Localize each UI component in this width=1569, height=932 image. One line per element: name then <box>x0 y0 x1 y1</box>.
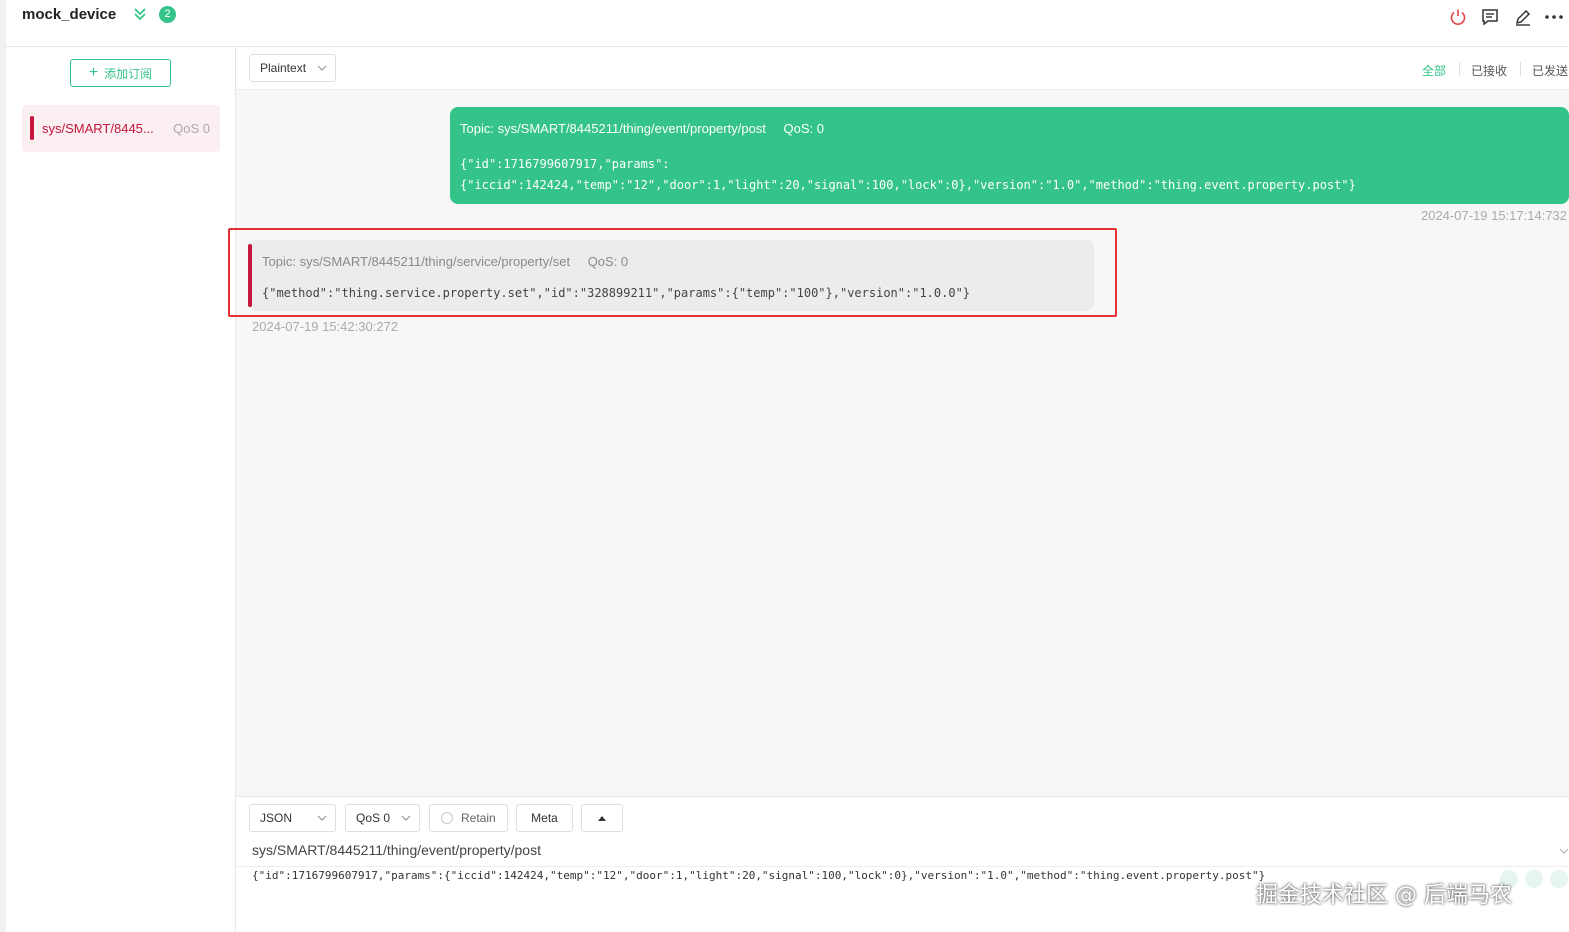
send-icon[interactable] <box>1550 870 1568 888</box>
publish-divider <box>236 866 1569 867</box>
message-timestamp: 2024-07-19 15:17:14:732 <box>1420 208 1567 223</box>
publish-format-value: JSON <box>260 811 293 825</box>
filter-sent[interactable]: 已发送 <box>1532 62 1568 79</box>
plus-icon: + <box>88 64 99 81</box>
message-toolbar: Plaintext 全部 已接收 已发送 <box>236 48 1569 90</box>
subscription-sidebar: + 添加订阅 sys/SMART/8445... QoS 0 <box>6 48 236 932</box>
connection-count-badge: 2 <box>159 6 176 23</box>
publish-qos-value: QoS 0 <box>356 811 391 825</box>
payload-format-select[interactable]: Plaintext <box>249 54 336 82</box>
message-topic-line: Topic: sys/SMART/8445211/thing/event/pro… <box>460 121 824 136</box>
format-icon[interactable] <box>1525 870 1543 888</box>
chevron-down-icon <box>317 815 327 821</box>
expand-button[interactable] <box>581 804 623 832</box>
subscription-qos: QoS 0 <box>173 121 210 136</box>
payload-format-value: Plaintext <box>260 61 307 75</box>
double-chevron-down-icon[interactable] <box>132 5 148 23</box>
more-icon[interactable] <box>1544 7 1564 27</box>
annotation-layer <box>228 90 1117 317</box>
message-topic: Topic: sys/SMART/8445211/thing/event/pro… <box>460 121 766 136</box>
power-icon[interactable] <box>1448 7 1468 27</box>
message-qos: QoS: 0 <box>783 121 824 136</box>
add-subscription-label: 添加订阅 <box>104 66 153 81</box>
publish-panel: JSON QoS 0 Retain Meta sys/SMART/8445211… <box>236 796 1569 932</box>
filter-divider <box>1520 62 1521 76</box>
highlight-annotation-box <box>228 228 1117 317</box>
subscription-color-bar <box>30 116 34 140</box>
triangle-up-icon <box>598 816 606 821</box>
chat-icon[interactable] <box>1480 7 1500 27</box>
chevron-down-icon <box>317 65 327 71</box>
payload-line: {"iccid":142424,"temp":"12","door":1,"li… <box>460 178 1356 192</box>
connection-header: mock_device 2 <box>6 0 1569 47</box>
add-subscription-button[interactable]: + 添加订阅 <box>70 59 171 87</box>
meta-label: Meta <box>531 811 558 825</box>
message-payload: {"id":1716799607917,"params": {"iccid":14… <box>460 154 1356 196</box>
message-timestamp: 2024-07-19 15:42:30:272 <box>252 319 399 334</box>
filter-divider <box>1459 62 1460 76</box>
retain-toggle[interactable]: Retain <box>429 804 508 832</box>
subscription-topic: sys/SMART/8445... <box>42 121 154 136</box>
meta-button[interactable]: Meta <box>516 804 573 832</box>
sent-message-bubble[interactable]: Topic: sys/SMART/8445211/thing/event/pro… <box>450 107 1569 204</box>
connection-title: mock_device <box>22 6 117 23</box>
edit-icon[interactable] <box>1513 7 1533 27</box>
payload-line: {"id":1716799607917,"params": <box>460 157 670 171</box>
chevron-down-icon[interactable] <box>1559 847 1569 855</box>
message-list: Topic: sys/SMART/8445211/thing/event/pro… <box>236 90 1569 796</box>
publish-qos-select[interactable]: QoS 0 <box>345 804 420 832</box>
publish-format-select[interactable]: JSON <box>249 804 336 832</box>
retain-label: Retain <box>461 811 496 825</box>
subscription-item[interactable]: sys/SMART/8445... QoS 0 <box>22 105 220 152</box>
publish-topic-input[interactable]: sys/SMART/8445211/thing/event/property/p… <box>252 842 541 858</box>
filter-all[interactable]: 全部 <box>1422 62 1446 79</box>
publish-payload-editor[interactable]: {"id":1716799607917,"params":{"iccid":14… <box>252 869 1265 882</box>
watermark-text: 掘金技术社区 @ 后端马农 <box>1256 883 1512 908</box>
retain-radio-icon <box>441 812 453 824</box>
filter-received[interactable]: 已接收 <box>1471 62 1507 79</box>
chevron-down-icon <box>401 815 411 821</box>
